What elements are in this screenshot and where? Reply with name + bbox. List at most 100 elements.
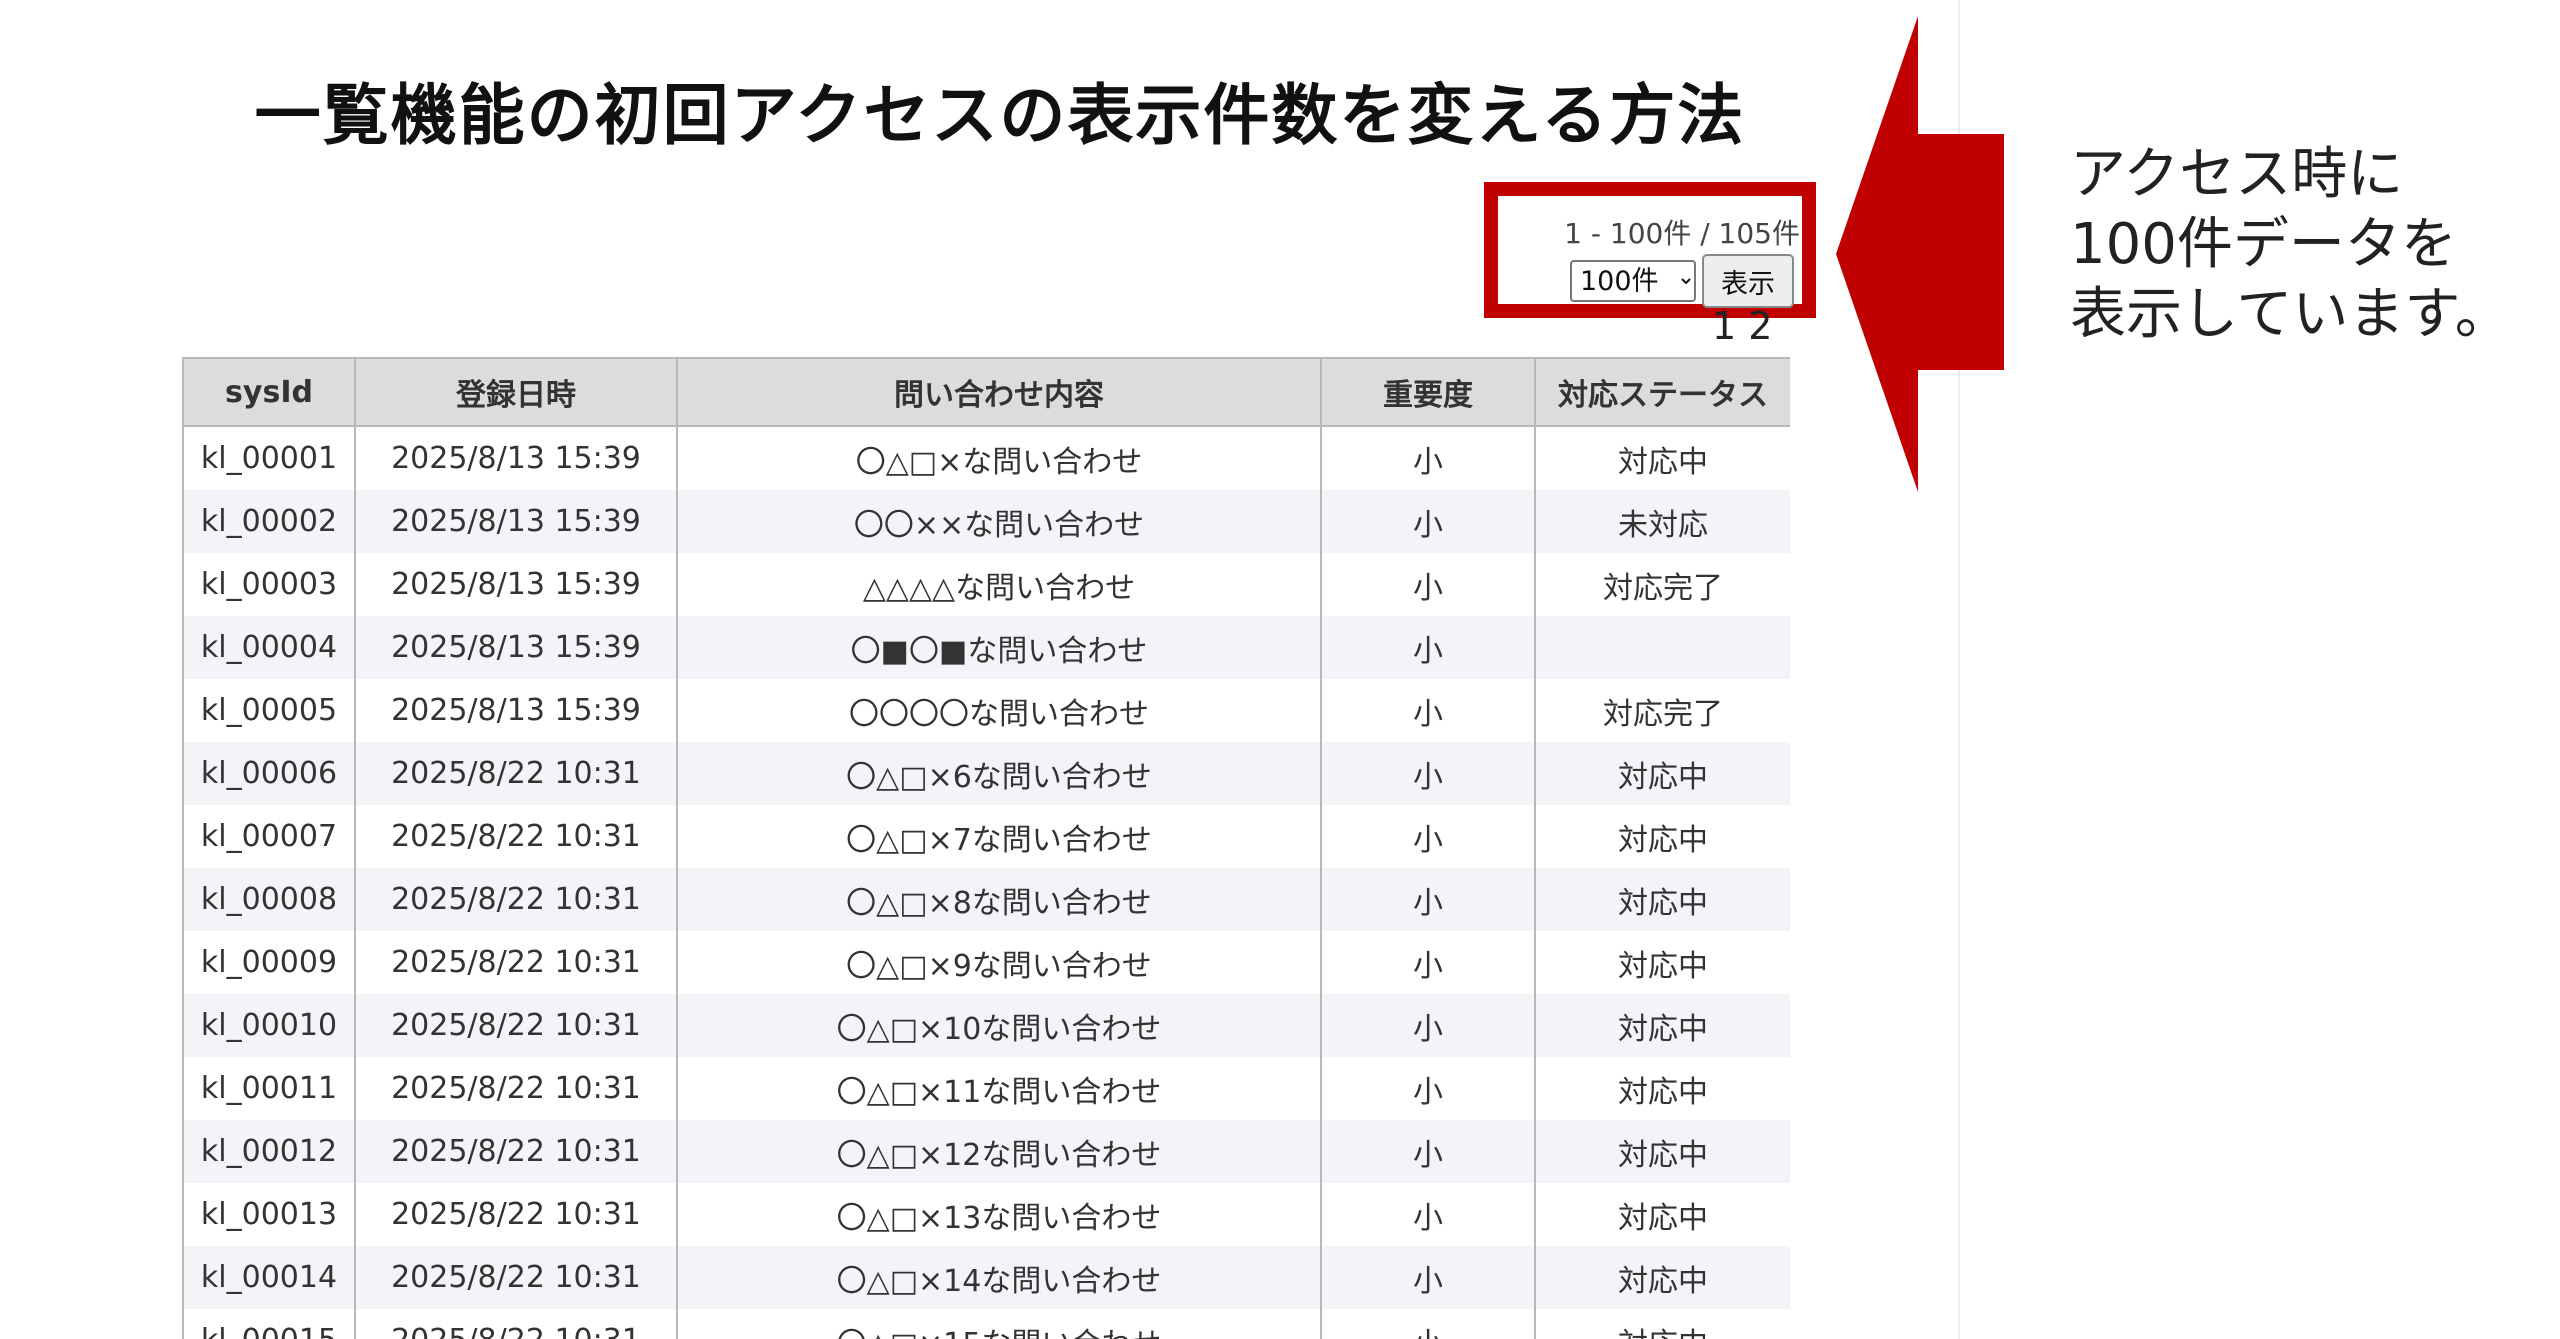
header-priority[interactable]: 重要度	[1320, 357, 1536, 427]
cell-sysid: kl_00003	[182, 553, 356, 616]
table-row[interactable]: kl_00009 2025/8/22 10:31 〇△□×9な問い合わせ小対応中	[182, 931, 1790, 994]
cell-sysid: kl_00014	[182, 1246, 356, 1309]
cell-registered-at: 2025/8/22 10:31	[354, 994, 678, 1057]
table-row[interactable]: kl_00013 2025/8/22 10:31 〇△□×13な問い合わせ小対応中	[182, 1183, 1790, 1246]
cell-status: 対応中	[1534, 1183, 1790, 1246]
cell-registered-at: 2025/8/13 15:39	[354, 553, 678, 616]
table-body: kl_00001 2025/8/13 15:39 〇△□×な問い合わせ小対応中 kl_…	[182, 426, 1790, 1339]
cell-sysid: kl_00009	[182, 931, 356, 994]
cell-registered-at: 2025/8/22 10:31	[354, 1120, 678, 1183]
cell-status: 対応中	[1534, 742, 1790, 805]
cell-status: 対応中	[1534, 1309, 1790, 1339]
cell-inquiry-content: 〇〇〇〇な問い合わせ	[676, 679, 1322, 742]
inquiry-table: sysId 登録日時 問い合わせ内容 重要度 対応ステータス kl_00001 2…	[182, 357, 1790, 1339]
cell-inquiry-content: 〇△□×8な問い合わせ	[676, 868, 1322, 931]
cell-priority: 小	[1320, 931, 1536, 994]
pager-highlight-box: 1 - 100件 / 105件 100件 表示	[1484, 182, 1816, 318]
cell-registered-at: 2025/8/13 15:39	[354, 490, 678, 553]
cell-sysid: kl_00006	[182, 742, 356, 805]
cell-registered-at: 2025/8/22 10:31	[354, 805, 678, 868]
cell-registered-at: 2025/8/22 10:31	[354, 1183, 678, 1246]
cell-inquiry-content: 〇△□×な問い合わせ	[676, 426, 1322, 490]
table-row[interactable]: kl_00012 2025/8/22 10:31 〇△□×12な問い合わせ小対応中	[182, 1120, 1790, 1183]
header-status[interactable]: 対応ステータス	[1534, 357, 1790, 427]
cell-status: 対応中	[1534, 1246, 1790, 1309]
header-sysid[interactable]: sysId	[182, 357, 356, 427]
cell-priority: 小	[1320, 994, 1536, 1057]
per-page-select[interactable]: 100件	[1570, 260, 1696, 302]
cell-sysid: kl_00015	[182, 1309, 356, 1339]
cell-registered-at: 2025/8/22 10:31	[354, 742, 678, 805]
cell-registered-at: 2025/8/13 15:39	[354, 616, 678, 679]
record-count-text: 1 - 100件 / 105件	[1564, 217, 1800, 250]
page-link-2[interactable]: 2	[1748, 304, 1772, 348]
cell-status: 対応中	[1534, 1120, 1790, 1183]
show-button[interactable]: 表示	[1702, 254, 1794, 308]
cell-sysid: kl_00012	[182, 1120, 356, 1183]
cell-status: 対応中	[1534, 805, 1790, 868]
cell-registered-at: 2025/8/22 10:31	[354, 1246, 678, 1309]
cell-registered-at: 2025/8/22 10:31	[354, 931, 678, 994]
table-row[interactable]: kl_00006 2025/8/22 10:31 〇△□×6な問い合わせ小対応中	[182, 742, 1790, 805]
cell-sysid: kl_00008	[182, 868, 356, 931]
table-row[interactable]: kl_00005 2025/8/13 15:39 〇〇〇〇な問い合わせ小対応完了	[182, 679, 1790, 742]
annotation-line-1: アクセス時に	[2070, 142, 2404, 207]
cell-inquiry-content: 〇△□×11な問い合わせ	[676, 1057, 1322, 1120]
cell-inquiry-content: 〇△□×13な問い合わせ	[676, 1183, 1322, 1246]
cell-inquiry-content: 〇△□×10な問い合わせ	[676, 994, 1322, 1057]
cell-status: 対応中	[1534, 426, 1790, 490]
cell-registered-at: 2025/8/13 15:39	[354, 426, 678, 490]
cell-sysid: kl_00011	[182, 1057, 356, 1120]
cell-priority: 小	[1320, 490, 1536, 553]
cell-inquiry-content: 〇△□×7な問い合わせ	[676, 805, 1322, 868]
cell-registered-at: 2025/8/22 10:31	[354, 868, 678, 931]
table-row[interactable]: kl_00011 2025/8/22 10:31 〇△□×11な問い合わせ小対応中	[182, 1057, 1790, 1120]
cell-priority: 小	[1320, 868, 1536, 931]
table-row[interactable]: kl_00001 2025/8/13 15:39 〇△□×な問い合わせ小対応中	[182, 426, 1790, 490]
header-inquiry-content[interactable]: 問い合わせ内容	[676, 357, 1322, 427]
screenshot-area: 一覧機能の初回アクセスの表示件数を変える方法 1 - 100件 / 105件 1…	[0, 0, 1960, 1339]
annotation-note: アクセス時に 100件データを 表示しています。	[2070, 140, 2511, 350]
cell-sysid: kl_00005	[182, 679, 356, 742]
table-row[interactable]: kl_000152025/8/22 10:31〇△□×15な問い合わせ小対応中	[182, 1309, 1790, 1339]
table-row[interactable]: kl_00008 2025/8/22 10:31 〇△□×8な問い合わせ小対応中	[182, 868, 1790, 931]
cell-priority: 小	[1320, 1057, 1536, 1120]
table-row[interactable]: kl_00014 2025/8/22 10:31 〇△□×14な問い合わせ小対応中	[182, 1246, 1790, 1309]
cell-status: 対応完了	[1534, 679, 1790, 742]
slide-title: 一覧機能の初回アクセスの表示件数を変える方法	[254, 77, 1746, 154]
cell-registered-at: 2025/8/22 10:31	[354, 1309, 678, 1339]
table-row[interactable]: kl_00003 2025/8/13 15:39 △△△△な問い合わせ小対応完了	[182, 553, 1790, 616]
cell-status: 対応中	[1534, 868, 1790, 931]
cell-priority: 小	[1320, 553, 1536, 616]
cell-inquiry-content: 〇△□×6な問い合わせ	[676, 742, 1322, 805]
cell-priority: 小	[1320, 1120, 1536, 1183]
cell-inquiry-content: △△△△な問い合わせ	[676, 553, 1322, 616]
table-row[interactable]: kl_00002 2025/8/13 15:39 〇〇××な問い合わせ小未対応	[182, 490, 1790, 553]
cell-priority: 小	[1320, 616, 1536, 679]
cell-status	[1534, 616, 1790, 679]
cell-priority: 小	[1320, 805, 1536, 868]
pagination-links: 12	[1712, 304, 1784, 348]
cell-status: 未対応	[1534, 490, 1790, 553]
cell-priority: 小	[1320, 426, 1536, 490]
table-row[interactable]: kl_00004 2025/8/13 15:39 〇■〇■な問い合わせ小	[182, 616, 1790, 679]
cell-priority: 小	[1320, 1246, 1536, 1309]
cell-priority: 小	[1320, 679, 1536, 742]
cell-sysid: kl_00007	[182, 805, 356, 868]
page-link-1[interactable]: 1	[1712, 304, 1736, 348]
cell-sysid: kl_00010	[182, 994, 356, 1057]
table-row[interactable]: kl_00007 2025/8/22 10:31 〇△□×7な問い合わせ小対応中	[182, 805, 1790, 868]
cell-priority: 小	[1320, 1309, 1536, 1339]
cell-sysid: kl_00001	[182, 426, 356, 490]
table-header-row: sysId 登録日時 問い合わせ内容 重要度 対応ステータス	[182, 357, 1790, 427]
cell-status: 対応中	[1534, 994, 1790, 1057]
cell-sysid: kl_00013	[182, 1183, 356, 1246]
left-arrow-icon	[1836, 16, 2004, 492]
table-row[interactable]: kl_00010 2025/8/22 10:31 〇△□×10な問い合わせ小対応中	[182, 994, 1790, 1057]
cell-inquiry-content: 〇■〇■な問い合わせ	[676, 616, 1322, 679]
cell-status: 対応中	[1534, 931, 1790, 994]
cell-priority: 小	[1320, 1183, 1536, 1246]
header-registered-at[interactable]: 登録日時	[354, 357, 678, 427]
cell-sysid: kl_00002	[182, 490, 356, 553]
inquiry-table-container: sysId 登録日時 問い合わせ内容 重要度 対応ステータス kl_00001 2…	[182, 357, 1790, 1339]
